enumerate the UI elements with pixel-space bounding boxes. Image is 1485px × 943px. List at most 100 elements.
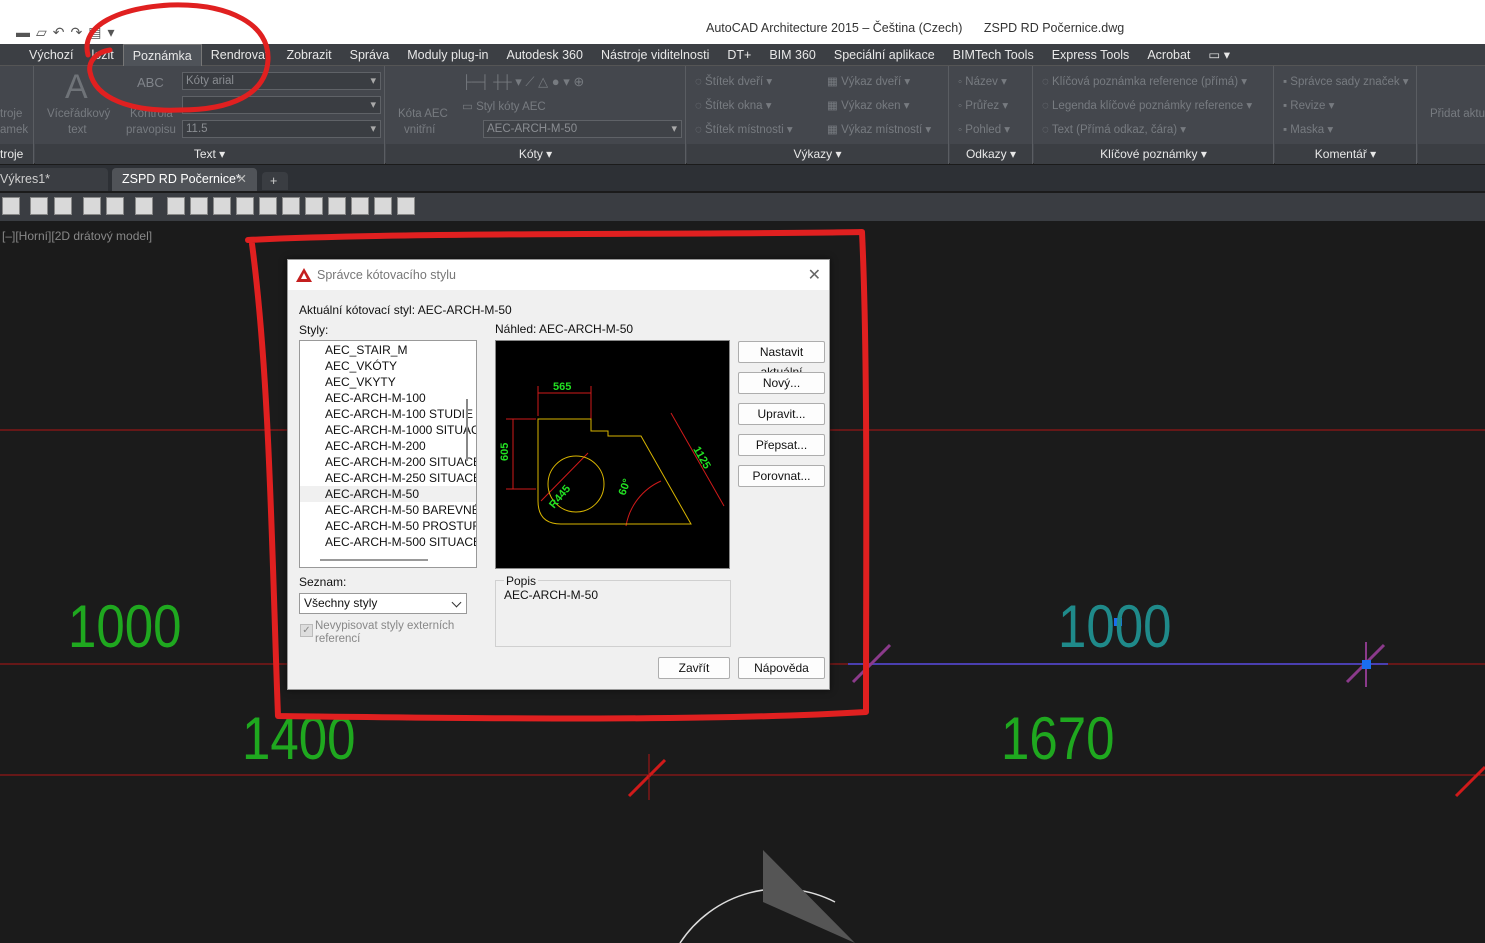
toolbar-tool-icon[interactable] <box>135 197 153 215</box>
ribbon-item[interactable]: ◌ Legenda klíčové poznámky reference ▾ <box>1042 98 1252 112</box>
ribbon-tab[interactable]: Rendrovat <box>202 44 278 66</box>
aec-dim-label-1[interactable]: Kóta AEC <box>398 108 448 120</box>
style-list-item[interactable]: AEC-ARCH-M-100 STUDIE <box>300 406 476 422</box>
list-hscrollbar[interactable] <box>320 559 428 561</box>
style-list-item[interactable]: AEC-ARCH-M-500 SITUACE <box>300 534 476 550</box>
toolbar-tool-icon[interactable] <box>374 197 392 215</box>
ribbon-item[interactable]: ▦ Výkaz oken ▾ <box>827 98 909 112</box>
panel-label-comment[interactable]: Komentář ▾ <box>1275 144 1416 164</box>
toolbar-tool-icon[interactable] <box>167 197 185 215</box>
text-style-combo[interactable]: Kóty arial <box>182 72 381 90</box>
help-button[interactable]: Nápověda <box>738 657 825 679</box>
toolbar-tool-icon[interactable] <box>2 197 20 215</box>
toolbar-tool-icon[interactable] <box>83 197 101 215</box>
ribbon-tab[interactable]: BIMTech Tools <box>944 44 1043 66</box>
ribbon-tab[interactable]: DT+ <box>718 44 760 66</box>
ribbon-item[interactable]: ◦ Průřez ▾ <box>958 98 1008 112</box>
print-icon[interactable]: ▤ <box>88 24 101 41</box>
ribbon-tab[interactable]: Výchozí <box>20 44 82 66</box>
ribbon-item[interactable]: ◌ Štítek dveří ▾ <box>695 74 772 88</box>
dropdown-icon[interactable]: ▾ <box>107 24 114 41</box>
ribbon-tab[interactable]: ložit <box>82 44 122 66</box>
ribbon-item[interactable]: ▪ Správce sady značek ▾ <box>1283 74 1409 88</box>
open-icon[interactable]: ▱ <box>36 24 47 41</box>
new-style-button[interactable]: Nový... <box>738 372 825 394</box>
ribbon-item[interactable]: ◦ Název ▾ <box>958 74 1007 88</box>
ribbon-item[interactable]: ◌ Text (Přímá odkaz, čára) ▾ <box>1042 122 1186 136</box>
new-tab-button[interactable]: + <box>262 172 288 190</box>
ribbon-item[interactable]: ◌ Štítek okna ▾ <box>695 98 772 112</box>
close-tab-icon[interactable]: ✕ <box>237 168 247 191</box>
style-list-item[interactable]: AEC-ARCH-M-50 <box>300 486 476 502</box>
toolbar-tool-icon[interactable] <box>190 197 208 215</box>
panel-label-dims[interactable]: Kóty ▾ <box>386 144 685 164</box>
style-list-item[interactable]: AEC_STAIR_M <box>300 342 476 358</box>
toolbar-tool-icon[interactable] <box>397 197 415 215</box>
style-list-item[interactable]: AEC-ARCH-M-1000 SITUAC <box>300 422 476 438</box>
toolbar-tool-icon[interactable] <box>54 197 72 215</box>
close-button[interactable]: Zavřít <box>658 657 730 679</box>
override-style-button[interactable]: Přepsat... <box>738 434 825 456</box>
toolbar-tool-icon[interactable] <box>213 197 231 215</box>
ribbon-tab[interactable]: BIM 360 <box>760 44 825 66</box>
style-list-item[interactable]: AEC_VKYTY <box>300 374 476 390</box>
style-list-item[interactable]: AEC-ARCH-M-100 <box>300 390 476 406</box>
undo-icon[interactable]: ↶ <box>53 24 65 41</box>
dim-tools-icons[interactable]: ├─┤ ┼┼ ▾ ⟋ △ ● ▾ ⊕ <box>462 74 584 90</box>
ribbon-item[interactable]: ◌ Klíčová poznámka reference (přímá) ▾ <box>1042 74 1247 88</box>
ribbon-item[interactable]: ▦ Výkaz dveří ▾ <box>827 74 910 88</box>
set-current-button[interactable]: Nastavit aktuální <box>738 341 825 379</box>
dialog-title-bar[interactable]: Správce kótovacího stylu ✕ <box>288 260 829 290</box>
doc-tab-vykres1[interactable]: Výkres1* <box>0 168 108 191</box>
ribbon-tab[interactable]: Zobrazit <box>277 44 340 66</box>
mtext-label-1[interactable]: Víceřádkový <box>47 108 110 120</box>
modify-style-button[interactable]: Upravit... <box>738 403 825 425</box>
ribbon-tab[interactable]: Speciální aplikace <box>825 44 944 66</box>
compare-style-button[interactable]: Porovnat... <box>738 465 825 487</box>
spellcheck-icon[interactable]: ABC <box>137 75 164 90</box>
mtext-label-2[interactable]: text <box>68 124 87 136</box>
spell-label-1[interactable]: Kontrola <box>130 108 173 120</box>
toolbar-tool-icon[interactable] <box>282 197 300 215</box>
toolbar-tool-icon[interactable] <box>328 197 346 215</box>
ribbon-tab[interactable]: Express Tools <box>1043 44 1139 66</box>
redo-icon[interactable]: ↷ <box>71 24 83 41</box>
ribbon-item[interactable]: ◦ Pohled ▾ <box>958 122 1010 136</box>
toolbar-tool-icon[interactable] <box>259 197 277 215</box>
aec-dim-label-2[interactable]: vnitřní <box>404 124 435 136</box>
ribbon-item[interactable]: ◌ Štítek místnosti ▾ <box>695 122 793 136</box>
ribbon-tab[interactable]: Moduly plug-in <box>398 44 497 66</box>
xref-checkbox[interactable]: ✓ <box>300 624 313 637</box>
ribbon-tab[interactable]: Poznámka <box>122 43 202 66</box>
dimension-text-1000-right[interactable]: 1000 <box>1058 592 1171 661</box>
mtext-icon[interactable]: A <box>65 68 88 107</box>
dim-style-combo[interactable]: AEC-ARCH-M-50 <box>483 120 682 138</box>
aec-dim-style-row[interactable]: ▭ Styl kóty AEC <box>462 99 546 113</box>
ribbon-item[interactable]: ▪ Revize ▾ <box>1283 98 1334 112</box>
style-list-item[interactable]: AEC_VKÓTY <box>300 358 476 374</box>
ribbon-tab[interactable]: Acrobat <box>1138 44 1199 66</box>
dimension-text-1400[interactable]: 1400 <box>242 704 355 773</box>
dimension-text-1670[interactable]: 1670 <box>1001 704 1114 773</box>
close-icon[interactable]: ✕ <box>808 265 821 285</box>
toolbar-tool-icon[interactable] <box>305 197 323 215</box>
spell-label-2[interactable]: pravopisu <box>126 124 176 136</box>
style-list-item[interactable]: AEC-ARCH-M-50 BAREVNÉ <box>300 502 476 518</box>
ribbon-tab[interactable]: Autodesk 360 <box>498 44 592 66</box>
ribbon-tab[interactable]: Správa <box>341 44 399 66</box>
style-list-item[interactable]: AEC-ARCH-M-200 SITUACE <box>300 454 476 470</box>
toolbar-tool-icon[interactable] <box>106 197 124 215</box>
save-icon[interactable]: ▬ <box>16 24 30 40</box>
toolbar-tool-icon[interactable] <box>30 197 48 215</box>
ribbon-minimize-icon[interactable]: ▭ ▾ <box>1199 44 1239 66</box>
toolbar-tool-icon[interactable] <box>236 197 254 215</box>
ribbon-item[interactable]: ▪ Maska ▾ <box>1283 122 1333 136</box>
panel-label-refs[interactable]: Odkazy ▾ <box>950 144 1032 164</box>
panel-label-reports[interactable]: Výkazy ▾ <box>687 144 948 164</box>
panel-label-text[interactable]: Text ▾ <box>35 144 384 164</box>
panel-label-keynotes[interactable]: Klíčové poznámky ▾ <box>1034 144 1273 164</box>
doc-tab-zspd[interactable]: ZSPD RD Počernice* ✕ <box>112 168 257 191</box>
dimension-text-1000-left[interactable]: 1000 <box>68 592 181 661</box>
style-list-item[interactable]: AEC-ARCH-M-200 <box>300 438 476 454</box>
style-list-item[interactable]: AEC-ARCH-M-250 SITUACE <box>300 470 476 486</box>
